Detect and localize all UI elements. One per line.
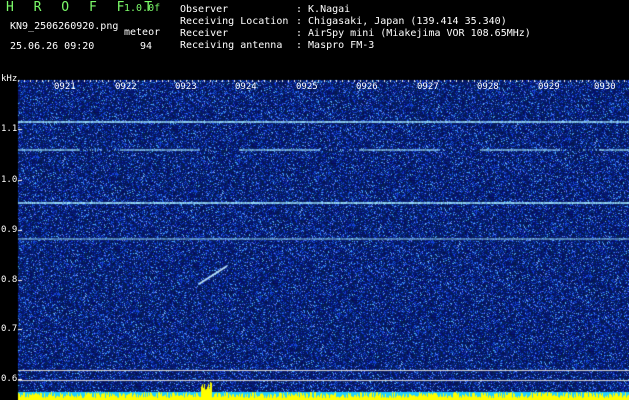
date-time: 25.06.26 09:20 bbox=[10, 41, 95, 52]
antenna-label: Receiving antenna bbox=[180, 40, 283, 51]
location-label: Receiving Location bbox=[180, 16, 289, 27]
observer-value: : K.Nagai bbox=[296, 4, 351, 15]
y-tick-label: 1.0 bbox=[1, 175, 18, 185]
y-tick-label: 0.6 bbox=[1, 374, 18, 384]
detection-count: 94 bbox=[140, 41, 153, 52]
y-tick-label: 0.8 bbox=[1, 275, 18, 285]
app-version: 1.0.0f bbox=[124, 3, 161, 14]
time-tick-label: 0921 bbox=[54, 82, 76, 92]
y-tick-label: 1.1 bbox=[1, 124, 18, 134]
y-axis-unit: kHz bbox=[1, 74, 18, 84]
time-tick-label: 0928 bbox=[477, 82, 499, 92]
y-tick-label: 0.9 bbox=[1, 225, 18, 235]
receiver-value: : AirSpy mini (Miakejima VOR 108.65MHz) bbox=[296, 28, 531, 39]
file-name: KN9_2506260920.png bbox=[10, 21, 119, 32]
antenna-value: : Maspro FM-3 bbox=[296, 40, 375, 51]
location-value: : Chigasaki, Japan (139.414 35.340) bbox=[296, 16, 507, 27]
time-tick-label: 0922 bbox=[115, 82, 137, 92]
time-tick-label: 0929 bbox=[538, 82, 560, 92]
observer-label: Observer bbox=[180, 4, 229, 15]
time-tick-label: 0925 bbox=[296, 82, 318, 92]
time-tick-label: 0923 bbox=[175, 82, 197, 92]
time-tick-label: 0927 bbox=[417, 82, 439, 92]
time-tick-label: 0924 bbox=[235, 82, 257, 92]
receiver-label: Receiver bbox=[180, 28, 229, 39]
y-tick-label: 0.7 bbox=[1, 324, 18, 334]
mode-label: meteor bbox=[124, 27, 161, 38]
spectrogram-waterfall bbox=[0, 0, 629, 400]
time-tick-label: 0930 bbox=[594, 82, 616, 92]
time-tick-label: 0926 bbox=[356, 82, 378, 92]
hrofft-screen: H R O F F T 1.0.0f KN9_2506260920.png me… bbox=[0, 0, 629, 400]
